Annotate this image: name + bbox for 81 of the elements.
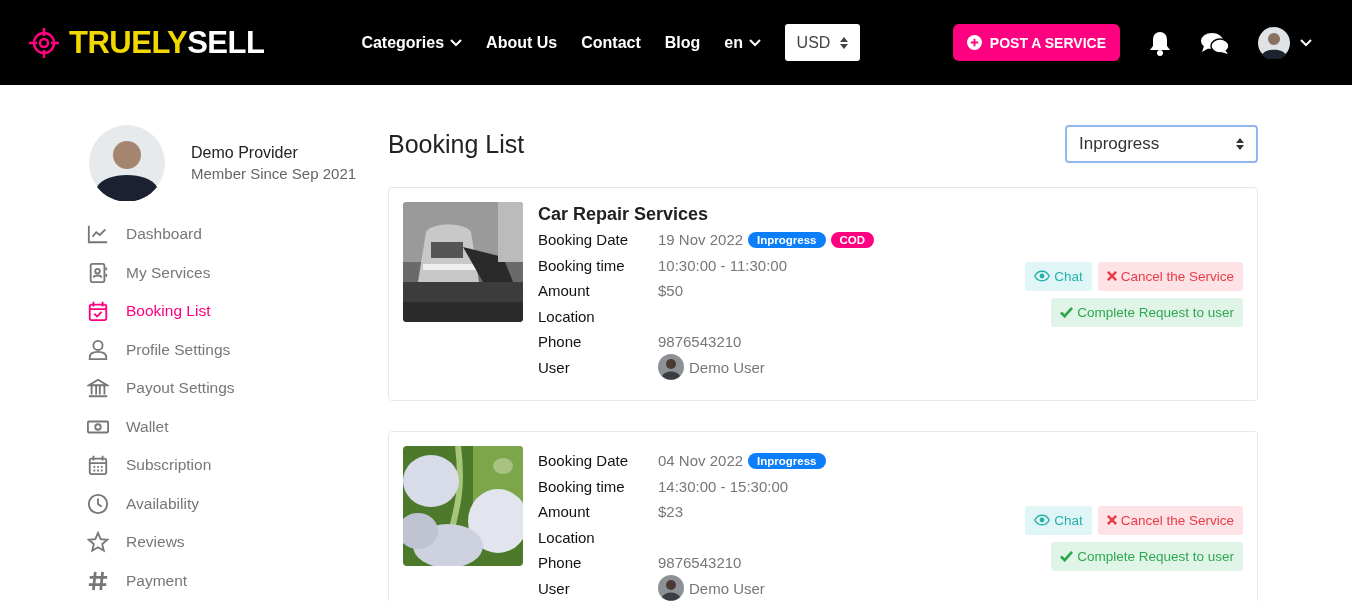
chevron-down-icon [749, 38, 761, 47]
user-name: Demo User [689, 358, 765, 376]
field-value: 14:30:00 - 15:30:00 [658, 477, 789, 495]
bell-icon[interactable] [1148, 29, 1172, 56]
eye-icon [1034, 270, 1051, 282]
sidebar-item[interactable]: Subscription [87, 446, 362, 485]
nav-link[interactable]: About Us [486, 33, 558, 52]
sidebar-item[interactable]: Payment [87, 561, 362, 600]
chevron-down-icon [450, 38, 463, 47]
check-icon [1060, 306, 1074, 318]
sidebar-item[interactable]: Wallet [87, 407, 362, 446]
field-value: 9876543210 [658, 554, 742, 572]
field-label: Phone [538, 333, 583, 351]
hash-icon [87, 569, 109, 592]
field-label: User [538, 579, 571, 597]
member-since: Member Since Sep 2021 [191, 165, 357, 182]
field-label: Phone [538, 554, 583, 572]
field-label: Location [538, 307, 596, 325]
calendar-check-icon [87, 300, 109, 323]
field-label: Booking Date [538, 452, 630, 470]
user-name: Demo User [689, 579, 765, 597]
star-icon [87, 531, 109, 554]
field-value: 04 Nov 2022 [658, 452, 744, 470]
avatar [658, 354, 684, 381]
status-select[interactable]: Inprogress [1065, 125, 1258, 163]
calendar-icon [87, 454, 109, 477]
field-label: Amount [538, 282, 591, 300]
chevron-down-icon[interactable] [1300, 38, 1312, 47]
logo-text[interactable]: TRUELYSELL [69, 24, 265, 61]
field-label: Location [538, 528, 596, 546]
eye-icon [1034, 514, 1051, 526]
close-icon [1106, 515, 1117, 525]
sidebar-item[interactable]: My Services [87, 253, 362, 292]
chart-icon [87, 223, 109, 246]
sidebar-item[interactable]: Booking List [87, 292, 362, 331]
field-label: Amount [538, 503, 591, 521]
status-badge: Inprogress [748, 231, 826, 248]
contact-card-icon [87, 261, 109, 284]
field-label: Booking time [538, 477, 626, 495]
chat-button[interactable]: Chat [1025, 261, 1092, 291]
complete-button[interactable]: Complete Request to user [1051, 541, 1243, 571]
user-icon [87, 338, 109, 361]
nav-link[interactable]: Categories [361, 33, 463, 52]
avatar [658, 575, 684, 601]
plus-circle-icon [966, 35, 982, 50]
clock-icon [87, 492, 109, 515]
sort-icon [1236, 138, 1244, 150]
field-value: 19 Nov 2022 [658, 231, 744, 249]
sidebar-item[interactable]: Dashboard [87, 215, 362, 254]
field-value: 10:30:00 - 11:30:00 [658, 256, 787, 274]
cancel-button[interactable]: Cancel the Service [1097, 261, 1243, 291]
nav-link[interactable]: Contact [581, 33, 641, 52]
sidebar-item[interactable]: Availability [87, 484, 362, 523]
post-service-button[interactable]: POST A SERVICE [952, 24, 1120, 61]
field-label: User [538, 358, 571, 376]
page-title: Booking List [388, 129, 525, 159]
field-label: Booking time [538, 256, 626, 274]
field-value: $23 [658, 503, 684, 521]
close-icon [1106, 271, 1117, 281]
nav-link[interactable]: Blog [664, 33, 701, 52]
service-title: Car Repair Services [538, 204, 710, 225]
cancel-button[interactable]: Cancel the Service [1097, 505, 1243, 535]
field-label: Booking Date [538, 231, 630, 249]
status-badge: Inprogress [748, 452, 826, 469]
bank-icon [87, 377, 109, 400]
complete-button[interactable]: Complete Request to user [1051, 297, 1243, 327]
sort-icon [840, 36, 849, 49]
chat-button[interactable]: Chat [1025, 505, 1092, 535]
crosshair-icon [28, 26, 60, 59]
currency-select[interactable]: USD [785, 24, 860, 61]
profile-name: Demo Provider [191, 144, 299, 162]
status-badge: COD [830, 231, 875, 248]
sidebar-item[interactable]: Payout Settings [87, 369, 362, 408]
check-icon [1060, 550, 1074, 562]
field-value: 9876543210 [658, 333, 742, 351]
sidebar-item[interactable]: Profile Settings [87, 330, 362, 369]
avatar[interactable] [1258, 26, 1290, 59]
nav-link[interactable]: en [724, 33, 761, 52]
field-value: $50 [658, 282, 684, 300]
sidebar-item[interactable]: Reviews [87, 523, 362, 562]
chat-bubbles-icon[interactable] [1200, 30, 1230, 55]
